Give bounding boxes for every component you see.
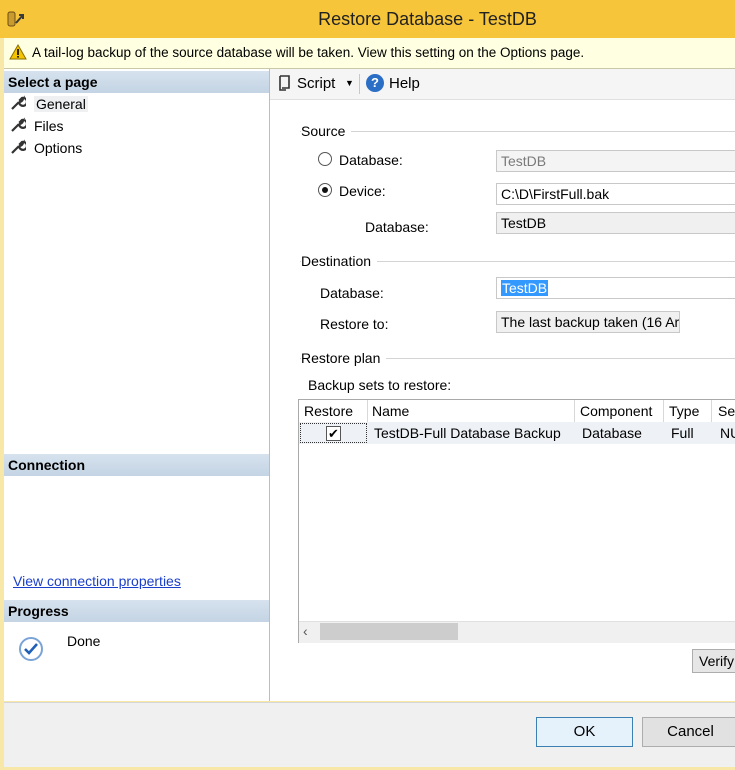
column-divider xyxy=(367,400,368,422)
restore-to-label: Restore to: xyxy=(320,316,389,332)
progress-status: Done xyxy=(67,633,101,649)
device-path-field[interactable]: C:\D\FirstFull.bak xyxy=(496,183,735,205)
column-header-server[interactable]: Se xyxy=(718,403,735,419)
column-divider xyxy=(663,400,664,422)
script-icon[interactable] xyxy=(276,74,292,92)
server-cell: NU xyxy=(720,425,735,441)
restore-checkbox[interactable]: ✔ xyxy=(326,426,341,441)
connection-header: Connection xyxy=(4,454,269,476)
verify-backup-button[interactable]: Verify xyxy=(692,649,735,673)
restore-to-field: The last backup taken (16 Ara xyxy=(496,311,680,333)
restore-plan-group-title: Restore plan xyxy=(301,350,387,366)
device-radio[interactable] xyxy=(318,183,332,197)
wrench-icon xyxy=(11,95,26,110)
column-header-type[interactable]: Type xyxy=(669,403,699,419)
page-files[interactable]: Files xyxy=(10,116,64,136)
destination-database-value: TestDB xyxy=(501,280,549,296)
device-radio-label: Device: xyxy=(339,183,386,199)
column-header-restore[interactable]: Restore xyxy=(304,403,353,419)
destination-group-title: Destination xyxy=(301,253,378,269)
scroll-left-arrow-icon[interactable]: ‹ xyxy=(303,623,308,639)
view-connection-properties-link[interactable]: View connection properties xyxy=(13,573,181,589)
toolbar xyxy=(270,69,735,100)
destination-database-label: Database: xyxy=(320,285,384,301)
wrench-icon xyxy=(11,139,26,154)
column-header-component[interactable]: Component xyxy=(580,403,652,419)
page-label: Options xyxy=(34,140,83,156)
progress-header: Progress xyxy=(4,600,269,622)
window-title: Restore Database - TestDB xyxy=(318,9,537,29)
device-database-select[interactable]: TestDB xyxy=(496,212,735,234)
warning-icon xyxy=(9,44,27,60)
source-database-field: TestDB xyxy=(496,150,735,172)
source-group-title: Source xyxy=(301,123,352,139)
type-cell: Full xyxy=(671,425,694,441)
database-radio-label: Database: xyxy=(339,152,403,168)
column-divider xyxy=(574,400,575,422)
script-button[interactable]: Script xyxy=(297,75,335,92)
ok-button[interactable]: OK xyxy=(536,717,633,747)
column-divider xyxy=(711,400,712,422)
page-label: General xyxy=(34,96,88,112)
backup-name-cell: TestDB-Full Database Backup xyxy=(374,425,561,441)
destination-database-input[interactable]: TestDB xyxy=(496,277,735,299)
wrench-icon xyxy=(11,117,26,132)
done-check-icon xyxy=(19,637,43,661)
source-divider xyxy=(300,131,735,132)
column-header-name[interactable]: Name xyxy=(372,403,409,419)
toolbar-divider xyxy=(359,74,360,94)
scrollbar-thumb[interactable] xyxy=(320,623,458,640)
page-label: Files xyxy=(34,118,64,134)
page-general[interactable]: General xyxy=(10,94,88,114)
device-database-label: Database: xyxy=(365,219,429,235)
help-icon[interactable]: ? xyxy=(366,74,384,92)
component-cell: Database xyxy=(582,425,642,441)
backup-sets-label: Backup sets to restore: xyxy=(308,377,452,393)
database-radio[interactable] xyxy=(318,152,332,166)
page-options[interactable]: Options xyxy=(10,138,82,158)
chevron-down-icon[interactable]: ▼ xyxy=(345,78,354,88)
help-button[interactable]: Help xyxy=(389,75,420,92)
cancel-button[interactable]: Cancel xyxy=(642,717,735,747)
warning-text: A tail-log backup of the source database… xyxy=(32,45,585,60)
select-page-header: Select a page xyxy=(4,71,269,93)
